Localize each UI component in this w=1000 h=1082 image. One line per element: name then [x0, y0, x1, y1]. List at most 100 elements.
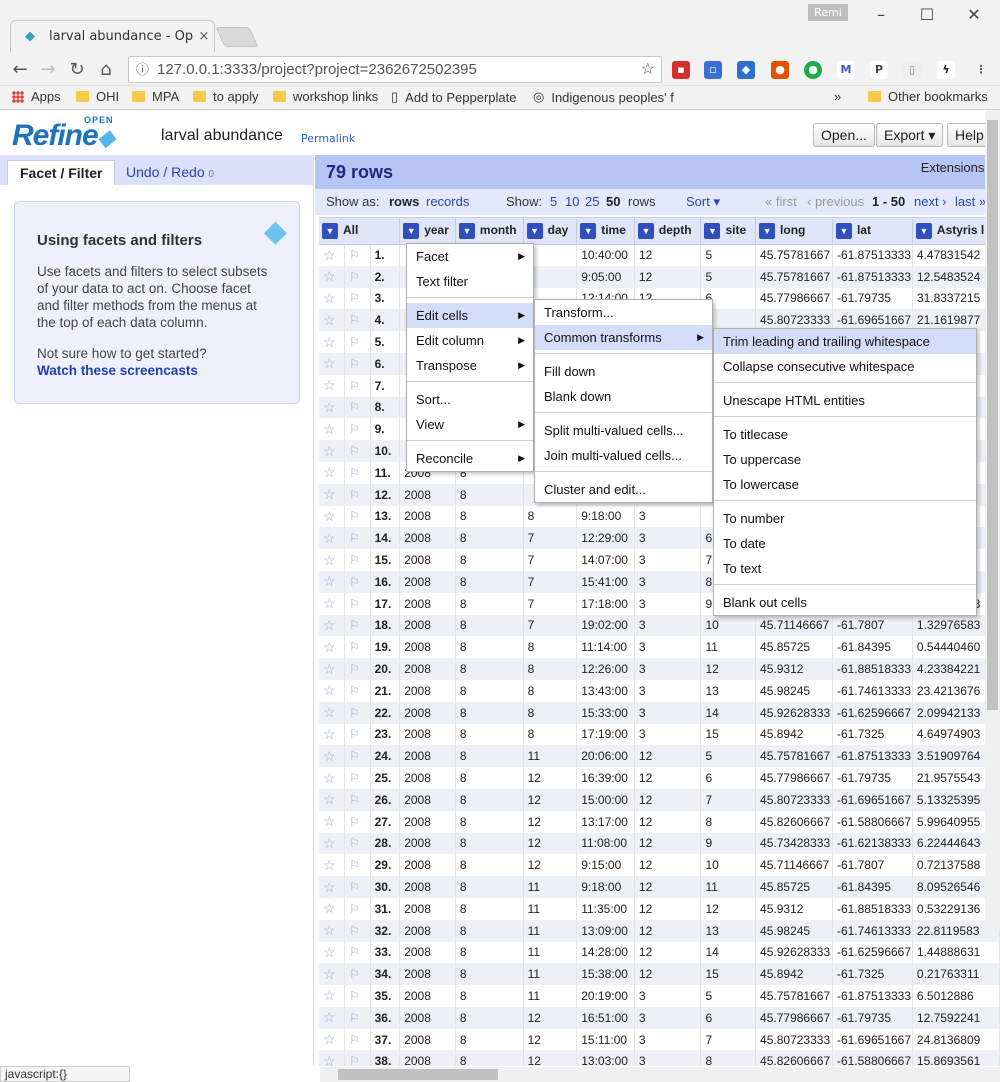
page-size-25[interactable]: 25: [585, 194, 599, 209]
table-cell[interactable]: 6: [700, 1006, 757, 1029]
table-cell[interactable]: 8: [455, 876, 524, 898]
table-cell[interactable]: 15:33:00: [576, 701, 635, 724]
table-cell[interactable]: 14:07:00: [576, 549, 635, 571]
table-cell[interactable]: 8: [455, 658, 524, 680]
star-icon[interactable]: ☆: [323, 552, 336, 568]
table-cell[interactable]: 11: [523, 897, 578, 920]
table-cell[interactable]: 8: [455, 527, 524, 550]
star-icon[interactable]: ☆: [323, 748, 336, 764]
extension-green-icon[interactable]: ●: [804, 61, 822, 79]
table-cell[interactable]: 19:02:00: [576, 614, 635, 637]
home-icon[interactable]: ⌂: [95, 59, 117, 81]
scroll-thumb[interactable]: [338, 1069, 498, 1080]
flag-cell[interactable]: ⚐: [344, 483, 371, 506]
table-cell[interactable]: 45.9312: [755, 658, 833, 680]
table-cell[interactable]: 45.85725: [755, 636, 833, 659]
star-cell[interactable]: ☆: [319, 679, 346, 702]
maximize-icon[interactable]: ☐: [917, 5, 937, 25]
table-cell[interactable]: 2008: [399, 1028, 456, 1051]
table-cell[interactable]: 45.73428333: [755, 832, 833, 855]
forward-icon[interactable]: →: [37, 59, 59, 81]
table-cell[interactable]: 8: [700, 810, 757, 833]
star-cell[interactable]: ☆: [319, 461, 346, 484]
table-cell[interactable]: 3: [634, 701, 702, 724]
table-cell[interactable]: 8: [455, 614, 524, 637]
table-cell[interactable]: 20:06:00: [576, 745, 635, 768]
star-icon[interactable]: ☆: [323, 530, 336, 546]
menu-item-sort[interactable]: Sort...: [407, 387, 533, 412]
star-cell[interactable]: ☆: [319, 941, 346, 964]
tab-facet-filter[interactable]: Facet / Filter: [7, 160, 116, 185]
star-cell[interactable]: ☆: [319, 570, 346, 593]
table-cell[interactable]: -61.7325: [832, 723, 913, 746]
table-cell[interactable]: -61.79735: [832, 767, 913, 789]
flag-icon[interactable]: ⚐: [349, 248, 360, 262]
table-cell[interactable]: 2008: [399, 592, 456, 615]
table-cell[interactable]: 45.82606667: [755, 1050, 833, 1066]
table-cell[interactable]: 3: [634, 592, 702, 615]
transform-item-collapse-consecutive-whitespace[interactable]: Collapse consecutive whitespace: [714, 354, 976, 379]
star-cell[interactable]: ☆: [319, 483, 346, 506]
reload-icon[interactable]: ↻: [66, 59, 88, 81]
star-cell[interactable]: ☆: [319, 985, 346, 1007]
gmail-icon[interactable]: M: [837, 61, 855, 79]
table-cell[interactable]: 11:35:00: [576, 897, 635, 920]
table-cell[interactable]: 3: [634, 527, 702, 550]
col-header-all[interactable]: ▼ All: [319, 218, 401, 245]
table-cell[interactable]: 14:28:00: [576, 941, 635, 964]
table-cell[interactable]: 11: [523, 941, 578, 964]
table-cell[interactable]: 45.80723333: [755, 1028, 833, 1051]
table-cell[interactable]: 2008: [399, 767, 456, 789]
column-menu-icon[interactable]: ▼: [580, 222, 597, 239]
extension-calendar-icon[interactable]: ▫: [704, 61, 722, 79]
star-cell[interactable]: ☆: [319, 810, 346, 833]
refine-logo[interactable]: OPEN Refine◆: [12, 115, 115, 153]
close-tab-icon[interactable]: ×: [194, 29, 214, 44]
table-cell[interactable]: 7: [523, 570, 578, 593]
flag-icon[interactable]: ⚐: [349, 684, 360, 698]
flag-cell[interactable]: ⚐: [344, 701, 371, 724]
table-cell[interactable]: 8: [455, 810, 524, 833]
flag-cell[interactable]: ⚐: [344, 461, 371, 484]
edit-cells-item-transform[interactable]: Transform...: [535, 300, 712, 325]
table-cell[interactable]: 12: [523, 767, 578, 789]
extension-bolt-icon[interactable]: ϟ: [937, 61, 955, 79]
table-cell[interactable]: 9:18:00: [576, 876, 635, 898]
table-cell[interactable]: 45.77986667: [755, 767, 833, 789]
star-cell[interactable]: ☆: [319, 788, 346, 811]
bookmark-ohi[interactable]: OHI: [76, 89, 119, 104]
star-icon[interactable]: ☆: [323, 791, 336, 807]
star-icon[interactable]: ☆: [323, 443, 336, 459]
flag-icon[interactable]: ⚐: [349, 270, 360, 284]
flag-cell[interactable]: ⚐: [344, 832, 371, 855]
table-cell[interactable]: -61.58806667: [832, 810, 913, 833]
table-cell[interactable]: 16:39:00: [576, 767, 635, 789]
edit-cells-item-cluster-and-edit[interactable]: Cluster and edit...: [535, 477, 712, 502]
col-header-depth[interactable]: ▼ depth: [634, 218, 702, 245]
table-cell[interactable]: -61.87513333: [832, 265, 913, 288]
star-icon[interactable]: ☆: [323, 879, 336, 895]
star-icon[interactable]: ☆: [323, 922, 336, 938]
extension-fire-icon[interactable]: ●: [771, 61, 789, 79]
table-cell[interactable]: 2008: [399, 854, 456, 877]
table-cell[interactable]: 12:26:00: [576, 658, 635, 680]
table-cell[interactable]: 12: [523, 1006, 578, 1029]
table-cell[interactable]: 7: [523, 592, 578, 615]
table-cell[interactable]: 2008: [399, 636, 456, 659]
table-cell[interactable]: 10:40:00: [576, 244, 635, 266]
table-cell[interactable]: 12: [634, 854, 702, 877]
table-cell[interactable]: 12: [523, 1028, 578, 1051]
table-cell[interactable]: 2008: [399, 549, 456, 571]
table-cell[interactable]: 14: [700, 701, 757, 724]
flag-cell[interactable]: ⚐: [344, 352, 371, 375]
table-cell[interactable]: 45.82606667: [755, 810, 833, 833]
table-cell[interactable]: -61.87513333: [832, 985, 913, 1007]
star-icon[interactable]: ☆: [323, 1031, 336, 1047]
table-cell[interactable]: 8: [455, 679, 524, 702]
edit-cells-item-fill-down[interactable]: Fill down: [535, 359, 712, 384]
star-icon[interactable]: ☆: [323, 334, 336, 350]
flag-icon[interactable]: ⚐: [349, 706, 360, 720]
table-cell[interactable]: 45.98245: [755, 919, 833, 942]
flag-icon[interactable]: ⚐: [349, 488, 360, 502]
table-cell[interactable]: -61.79735: [832, 287, 913, 310]
